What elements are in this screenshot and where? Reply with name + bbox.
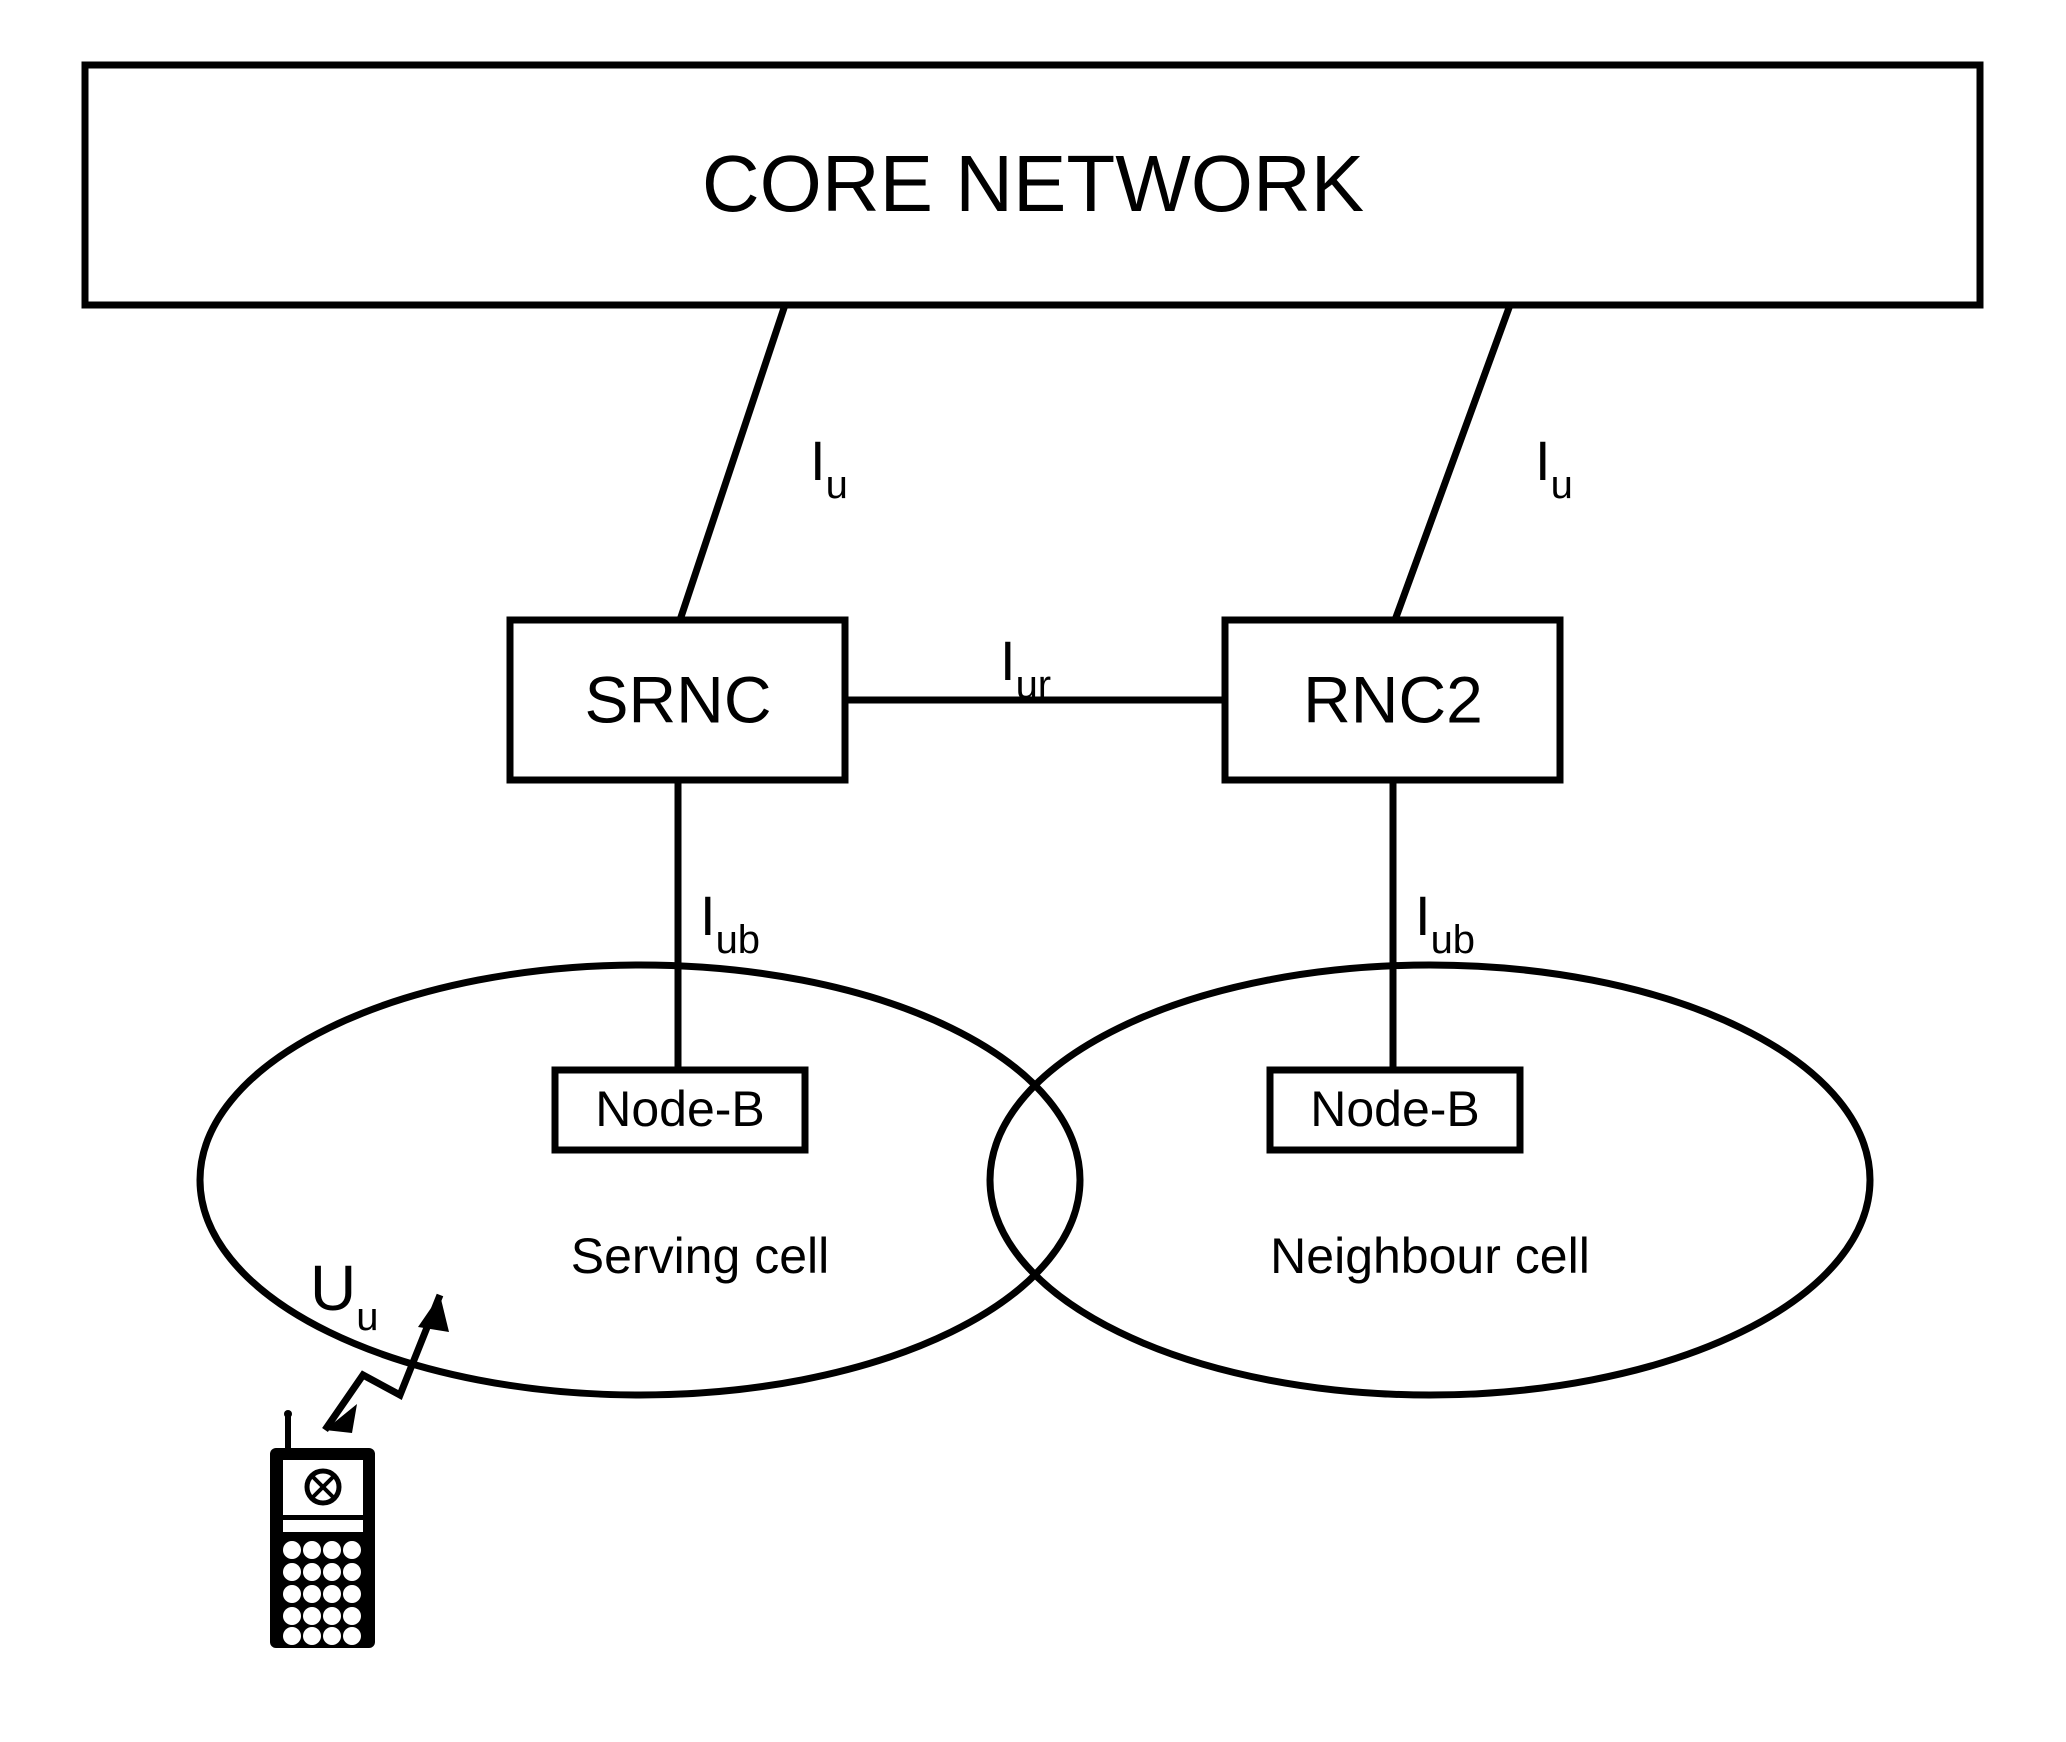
- iu-left-label: Iu: [810, 429, 848, 507]
- iu-right-line: [1395, 305, 1510, 620]
- srnc-label: SRNC: [584, 662, 771, 736]
- serving-cell-ellipse: [200, 965, 1080, 1395]
- iur-label: Iur: [1000, 629, 1051, 707]
- neighbour-cell-ellipse: [990, 965, 1870, 1395]
- rnc2-label: RNC2: [1303, 662, 1483, 736]
- mobile-phone-icon: [270, 1410, 375, 1648]
- nodeb-right-label: Node-B: [1310, 1081, 1480, 1137]
- serving-cell-label: Serving cell: [571, 1228, 829, 1284]
- iub-left-label: Iub: [700, 884, 760, 962]
- iub-right-label: Iub: [1415, 884, 1475, 962]
- iu-left-line: [680, 305, 785, 620]
- iu-right-label: Iu: [1535, 429, 1573, 507]
- core-network-label: CORE NETWORK: [702, 139, 1364, 228]
- network-diagram: CORE NETWORK Iu Iu SRNC RNC2 Iur Iub Iub…: [0, 0, 2066, 1737]
- neighbour-cell-label: Neighbour cell: [1270, 1228, 1590, 1284]
- nodeb-left-label: Node-B: [595, 1081, 765, 1137]
